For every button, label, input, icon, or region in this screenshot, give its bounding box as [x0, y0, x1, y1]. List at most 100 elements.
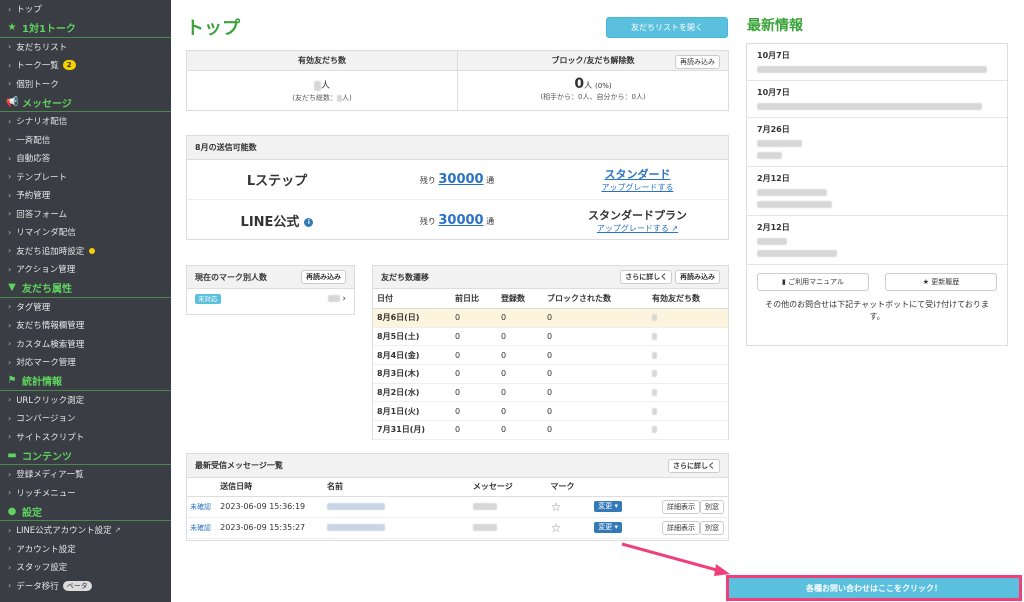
notice-dot — [89, 247, 96, 254]
chevron-right-icon: › — [8, 60, 12, 70]
sidebar-item-2[interactable]: › 友だちリスト — [0, 38, 171, 57]
reload-summary-button[interactable]: 再読み込み — [675, 55, 720, 69]
new-window-button[interactable]: 別窓 — [700, 520, 724, 535]
sidebar-item-label: LINE公式アカウント設定 — [16, 526, 112, 537]
detail-button[interactable]: 詳細表示 — [662, 520, 700, 535]
status-label: 未確認 — [190, 523, 211, 532]
sidebar-item-22[interactable]: › コンバージョン — [0, 409, 171, 428]
star-icon[interactable]: ☆ — [547, 496, 591, 517]
sidebar-item-26[interactable]: › リッチメニュー — [0, 484, 171, 503]
sidebar-item-30[interactable]: › スタッフ設定 — [0, 558, 171, 577]
reload-transition-button[interactable]: 再読み込み — [675, 270, 720, 284]
chevron-right-icon: › — [8, 581, 12, 591]
news-item[interactable]: 7月26日 — [747, 118, 1007, 167]
detail-button[interactable]: 詳細表示 — [662, 499, 700, 514]
beta-badge: ベータ — [62, 580, 92, 591]
messages-more-button[interactable]: さらに詳しく — [668, 458, 720, 473]
page-title: トップ — [186, 18, 240, 39]
sidebar-item-label: アクション管理 — [16, 265, 76, 276]
sidebar-item-label: テンプレート — [16, 172, 67, 183]
sidebar-item-label: スタッフ設定 — [16, 563, 68, 574]
sidebar-item-10[interactable]: › 予約管理 — [0, 186, 171, 205]
message-row[interactable]: 未確認 2023-06-09 15:35:27 ☆ 変更 ▾ 詳細表示 別窓 — [187, 517, 728, 538]
contact-bar-button[interactable]: 各種お問い合わせはここをクリック！ — [726, 575, 1022, 601]
contact-bar-label: 各種お問い合わせはここをクリック！ — [806, 583, 942, 593]
manual-button[interactable]: ▮ ご利用マニュアル — [757, 273, 869, 291]
chevron-right-icon: › — [8, 320, 12, 330]
sidebar-item-14[interactable]: › アクション管理 — [0, 260, 171, 279]
sidebar-item-21[interactable]: › URLクリック測定 — [0, 391, 171, 410]
chevron-right-icon: › — [8, 469, 12, 479]
quota-header: 8月の送信可能数 — [187, 136, 728, 160]
plan-name[interactable]: スタンダード — [547, 166, 728, 182]
sidebar-item-19[interactable]: › 対応マーク管理 — [0, 353, 171, 372]
sidebar-item-31[interactable]: › データ移行 ベータ — [0, 577, 171, 596]
sidebar-item-13[interactable]: › 友だち追加時設定 — [0, 242, 171, 261]
news-item[interactable]: 10月7日 — [747, 81, 1007, 118]
chevron-right-icon: › — [8, 135, 12, 145]
sidebar-item-label: 対応マーク管理 — [16, 358, 76, 369]
chevron-right-icon: › — [8, 209, 12, 219]
redacted-news-text — [757, 66, 987, 73]
news-item[interactable]: 2月12日 — [747, 167, 1007, 216]
change-mark-button[interactable]: 変更 ▾ — [594, 501, 622, 512]
table-row: 7月31日(月) 0 0 0 — [373, 421, 728, 440]
sidebar-item-28[interactable]: › LINE公式アカウント設定 ↗ — [0, 521, 171, 540]
transition-more-button[interactable]: さらに詳しく — [620, 270, 673, 284]
sidebar-section-label: メッセージ — [22, 98, 72, 110]
sidebar-item-4[interactable]: › 個別トーク — [0, 75, 171, 94]
sidebar-item-3[interactable]: › トーク一覧 2 — [0, 56, 171, 75]
news-item[interactable]: 2月12日 — [747, 216, 1007, 265]
sidebar-item-6[interactable]: › シナリオ配信 — [0, 112, 171, 131]
redacted-news-text — [757, 201, 832, 208]
redacted-value — [652, 426, 657, 434]
sidebar-item-29[interactable]: › アカウント設定 — [0, 540, 171, 559]
new-window-button[interactable]: 別窓 — [700, 499, 724, 514]
blocked-detail: (相手から：0人、自分から：0人) — [540, 93, 646, 101]
messages-table: 送信日時 名前 メッセージ マーク 未確認 2023-06-09 15:36:19 ☆ 変更 … — [187, 478, 728, 539]
sidebar-item-label: トップ — [16, 5, 42, 16]
megaphone-icon: 📢 — [6, 96, 19, 108]
upgrade-link[interactable]: アップグレードする — [547, 182, 728, 193]
sidebar-item-11[interactable]: › 回答フォーム — [0, 205, 171, 224]
upgrade-link[interactable]: アップグレードする ↗ — [547, 223, 728, 234]
redacted-name[interactable] — [326, 524, 385, 531]
table-row: 8月5日(土) 0 0 0 — [373, 327, 728, 346]
mark-row[interactable]: 未対応 › — [187, 289, 354, 309]
filter-icon: ▼ — [8, 282, 16, 293]
chevron-right-icon: › — [8, 42, 12, 52]
sidebar-item-label: 友だち情報欄管理 — [16, 321, 85, 332]
news-item[interactable]: 10月7日 — [747, 44, 1007, 81]
quota-remaining: 残り 30000 通 — [419, 212, 495, 228]
table-row: 8月3日(木) 0 0 0 — [373, 365, 728, 384]
remaining-count-link[interactable]: 30000 — [438, 172, 483, 187]
sidebar-item-17[interactable]: › 友だち情報欄管理 — [0, 316, 171, 335]
change-mark-button[interactable]: 変更 ▾ — [594, 522, 622, 533]
sidebar-item-8[interactable]: › 自動応答 — [0, 149, 171, 168]
sidebar-item-18[interactable]: › カスタム検索管理 — [0, 335, 171, 354]
star-icon[interactable]: ☆ — [547, 517, 591, 538]
redacted-name[interactable] — [326, 503, 385, 510]
sidebar-item-23[interactable]: › サイトスクリプト — [0, 428, 171, 447]
sidebar-item-25[interactable]: › 登録メディア一覧 — [0, 465, 171, 484]
sidebar-item-12[interactable]: › リマインダ配信 — [0, 223, 171, 242]
chevron-right-icon: › — [8, 544, 12, 554]
message-row[interactable]: 未確認 2023-06-09 15:36:19 ☆ 変更 ▾ 詳細表示 別窓 — [187, 496, 728, 517]
reload-marks-button[interactable]: 再読み込み — [301, 270, 346, 284]
remaining-count-link[interactable]: 30000 — [438, 213, 483, 228]
sidebar-item-label: サイトスクリプト — [16, 432, 85, 443]
open-friends-list-button[interactable]: 友だちリストを開く — [606, 17, 728, 38]
marks-header: 現在のマーク別人数 — [195, 272, 267, 282]
redacted-news-text — [757, 103, 982, 110]
sidebar-item-label: カスタム検索管理 — [16, 339, 85, 350]
history-button[interactable]: ★ 更新履歴 — [885, 273, 997, 291]
redacted-message — [472, 524, 497, 531]
sidebar-item-0[interactable]: › トップ — [0, 0, 171, 19]
redacted-value — [652, 333, 657, 341]
sidebar-item-9[interactable]: › テンプレート — [0, 168, 171, 187]
sidebar-item-16[interactable]: › タグ管理 — [0, 298, 171, 317]
sidebar-item-7[interactable]: › 一斉配信 — [0, 131, 171, 150]
marks-panel: 現在のマーク別人数 再読み込み 未対応 › — [186, 265, 355, 315]
quota-plan: スタンダード アップグレードする — [547, 166, 728, 193]
sidebar-section-1: ★ 1対1トーク — [0, 19, 171, 38]
